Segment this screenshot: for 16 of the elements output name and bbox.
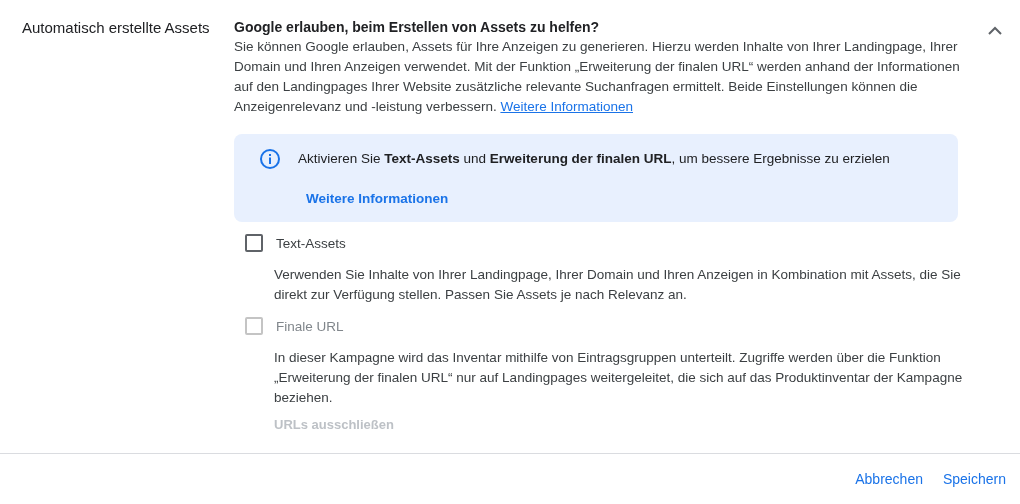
info-icon bbox=[259, 148, 281, 170]
learn-more-link[interactable]: Weitere Informationen bbox=[306, 191, 449, 206]
chevron-up-icon bbox=[988, 25, 1002, 35]
section-title: Automatisch erstellte Assets bbox=[21, 18, 211, 38]
text-button[interactable]: Abbrechen bbox=[847, 463, 931, 495]
question-heading: Google erlauben, beim Erstellen von Assets zu helfen? bbox=[234, 18, 601, 37]
description-text: Sie können Google erlauben, Assets für Ihre Anzeigen zu generieren. Hierzu werden Inhalte von Ihrer Landingpage, Ihrer Domain und Ihren Anzeigen verwendet. Mit der Funktion „Erweiterung der finalen URL“ werden anhand der Informationen auf den Landingpages Ihrer Website zusätzliche relevante Suchanfragen ermittelt. Beide Einstellungen können die Anzeigenrelevanz und -leistung verbessern. Weitere Informationen bbox=[234, 38, 961, 116]
option-description: In dieser Kampagne wird das Inventar mithilfe von Eintragsgruppen unterteilt. Zugriffe werden über die Funktion „Erweiterung der finalen URL“ nur auf Landingpages weitergeleitet, die sich auf das Produktinventar der Kampagne beziehen. bbox=[274, 349, 964, 407]
exclude-urls-link: URLs ausschließen bbox=[274, 417, 394, 432]
checkbox-label: Finale URL bbox=[276, 318, 344, 334]
option-description: Verwenden Sie Inhalte von Ihrer Landingpage, Ihrer Domain und Ihren Anzeigen in Kombination mit Assets, die Sie direkt zur Verfügung stellen. Passen Sie Assets je nach Relevanz an. bbox=[274, 266, 962, 304]
text-button[interactable]: Speichern bbox=[934, 463, 1014, 495]
info-message: Aktivieren Sie Text-Assets und Erweiterung der finalen URL, um bessere Ergebnisse zu erzielen bbox=[298, 150, 890, 168]
learn-more-link[interactable]: Weitere Informationen bbox=[500, 99, 633, 114]
checkbox-label: Text-Assets bbox=[276, 235, 346, 251]
checkbox[interactable] bbox=[245, 234, 263, 252]
